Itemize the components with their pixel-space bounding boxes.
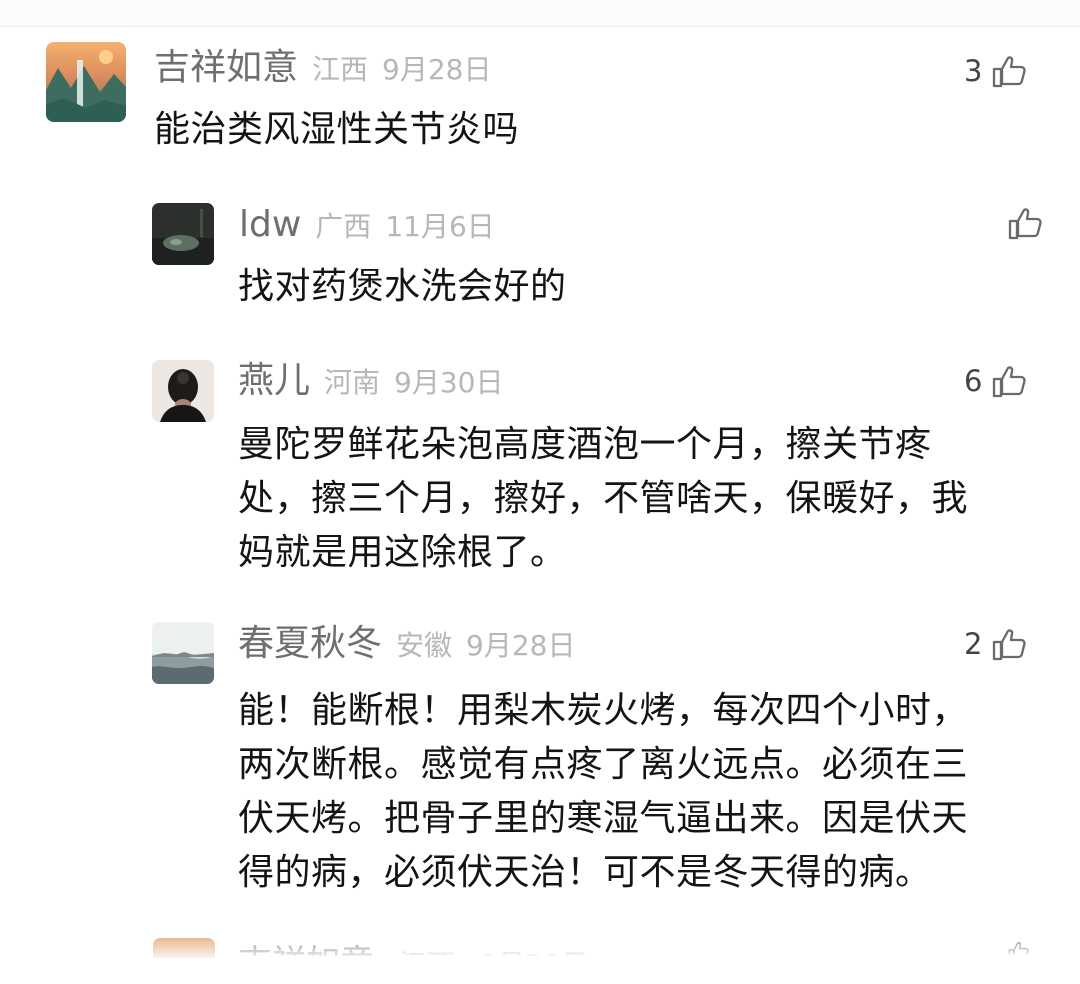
reply-item: 燕儿 河南 9月30日 6 曼陀罗鲜花朵泡高度酒泡一个月，擦关节疼 处，擦三个月… bbox=[0, 340, 1080, 600]
comment-line: 伏天烤。把骨子里的寒湿气逼出来。因是伏天 bbox=[238, 798, 969, 839]
thumbs-up-icon bbox=[993, 56, 1027, 88]
comment-line: 得的病，必须伏天治！可不是冬天得的病。 bbox=[238, 852, 932, 893]
comment-meta: 吉祥如意 江西 9月28日 bbox=[154, 50, 491, 86]
comment-text: 找对药煲水洗会好的 bbox=[238, 260, 567, 314]
region-label: 河南 bbox=[324, 366, 381, 399]
thumbs-up-icon bbox=[1008, 208, 1042, 240]
username[interactable]: ldw bbox=[239, 207, 301, 243]
date-label: 9月28日 bbox=[466, 629, 576, 662]
comment-text: 能治类风湿性关节炎吗 bbox=[154, 103, 519, 157]
comment-line: 处，擦三个月，擦好，不管啥天，保暖好，我 bbox=[238, 478, 969, 519]
like-count: 3 bbox=[964, 53, 983, 88]
woman-avatar-image bbox=[152, 360, 214, 422]
reply-item: ldw 广西 11月6日 找对药煲水洗会好的 bbox=[0, 190, 1080, 340]
region-label: 广西 bbox=[315, 210, 372, 243]
like-count: 2 bbox=[964, 626, 983, 661]
comment-line: 能治类风湿性关节炎吗 bbox=[154, 109, 520, 150]
comment-line: 两次断根。感觉有点疼了离火远点。必须在三 bbox=[238, 744, 969, 785]
comment-line: 能！能断根！用梨木炭火烤，每次四个小时， bbox=[238, 690, 969, 731]
like-count: 6 bbox=[964, 363, 983, 398]
comment-line: 妈就是用这除根了。 bbox=[238, 532, 567, 573]
comment-text: 能！能断根！用梨木炭火烤，每次四个小时， 两次断根。感觉有点疼了离火远点。必须在… bbox=[238, 684, 968, 900]
comment-meta: 春夏秋冬 安徽 9月28日 bbox=[238, 626, 575, 662]
avatar[interactable] bbox=[152, 360, 214, 422]
avatar[interactable] bbox=[46, 42, 126, 122]
comment-line: 找对药煲水洗会好的 bbox=[238, 266, 567, 307]
seascape-avatar-image bbox=[152, 622, 214, 684]
avatar[interactable] bbox=[152, 622, 214, 684]
comment-meta: ldw 广西 11月6日 bbox=[239, 207, 495, 243]
date-label: 9月30日 bbox=[394, 366, 504, 399]
comment-item: 吉祥如意 江西 9月28日 3 能治类风湿性关节炎吗 bbox=[0, 0, 1080, 190]
comment-line: 曼陀罗鲜花朵泡高度酒泡一个月，擦关节疼 bbox=[238, 424, 932, 465]
username[interactable]: 春夏秋冬 bbox=[238, 626, 382, 662]
like-button[interactable] bbox=[998, 206, 1044, 240]
bottom-fade bbox=[0, 930, 1080, 962]
date-label: 11月6日 bbox=[385, 210, 495, 243]
comment-meta: 燕儿 河南 9月30日 bbox=[238, 363, 503, 399]
comment-text: 曼陀罗鲜花朵泡高度酒泡一个月，擦关节疼 处，擦三个月，擦好，不管啥天，保暖好，我… bbox=[238, 418, 968, 580]
like-button[interactable]: 3 bbox=[964, 54, 1028, 88]
like-button[interactable]: 2 bbox=[964, 627, 1028, 661]
username[interactable]: 吉祥如意 bbox=[154, 50, 298, 86]
username[interactable]: 燕儿 bbox=[238, 363, 310, 399]
region-label: 江西 bbox=[312, 53, 369, 86]
region-label: 安徽 bbox=[396, 629, 453, 662]
reply-item: 春夏秋冬 安徽 9月28日 2 能！能断根！用梨木炭火烤，每次四个小时， 两次断… bbox=[0, 600, 1080, 940]
like-button[interactable]: 6 bbox=[964, 364, 1028, 398]
thumbs-up-icon bbox=[993, 629, 1027, 661]
date-label: 9月28日 bbox=[382, 53, 492, 86]
dark-photo-avatar-image bbox=[152, 203, 214, 265]
thumbs-up-icon bbox=[993, 366, 1027, 398]
landscape-avatar-image bbox=[46, 42, 126, 122]
avatar[interactable] bbox=[152, 203, 214, 265]
